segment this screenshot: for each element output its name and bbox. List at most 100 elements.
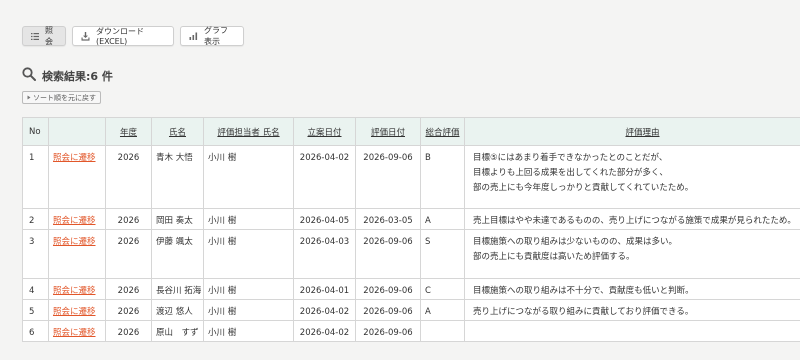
table-row: 3 照会に遷移 2026 伊藤 颯太 小川 樹 2026-04-03 2026-09-06 S… [22, 229, 800, 279]
cell-eval-date-value: 2026-09-06 [363, 237, 413, 247]
reason-line: 売り上げにつながる取り組みに貢献しており評価できる。 [473, 307, 694, 317]
cell-eval-date-value: 2026-03-05 [363, 216, 413, 226]
cell-year: 2026 [105, 320, 152, 342]
cell-reason: 目標⑤にはあまり着手できなかったとのことだが、 目標よりも上回る成果を出してくれた… [464, 145, 800, 209]
detail-link[interactable]: 照会に遷移 [53, 286, 96, 296]
cell-name-value: 青木 大悟 [156, 153, 193, 163]
results-table: No 年度 氏名 評価担当者 氏名 立案日付 評価日付 総合評価 評価理由 1 照… [22, 117, 800, 342]
cell-overall-value: B [425, 153, 431, 163]
reason-line: 目標よりも上回る成果を出してくれた部分が多く、 [473, 168, 668, 178]
cell-eval-date-value: 2026-09-06 [363, 286, 413, 296]
detail-link[interactable]: 照会に遷移 [53, 153, 96, 163]
download-icon [81, 31, 90, 41]
cell-link: 照会に遷移 [48, 299, 106, 321]
table-row: 1 照会に遷移 2026 青木 大悟 小川 樹 2026-04-02 2026-09-06 B… [22, 145, 800, 209]
cell-year-value: 2026 [117, 328, 140, 338]
cell-year: 2026 [105, 229, 152, 279]
cell-overall-value: C [425, 286, 431, 296]
list-icon [31, 32, 39, 40]
cell-evaluator-value: 小川 樹 [208, 328, 237, 338]
cell-start-date-value: 2026-04-01 [299, 286, 350, 296]
cell-name: 伊藤 颯太 [151, 229, 204, 279]
search-result: 検索結果:6 件 [22, 66, 113, 85]
table-header-row: No 年度 氏名 評価担当者 氏名 立案日付 評価日付 総合評価 評価理由 [22, 117, 800, 146]
cell-eval-date: 2026-03-05 [355, 208, 421, 230]
cell-evaluator-value: 小川 樹 [208, 307, 237, 317]
search-result-count: 検索結果:6 件 [42, 69, 113, 83]
cell-name-value: 原山 すず [156, 328, 199, 338]
cell-link: 照会に遷移 [48, 320, 106, 342]
graph-button-label: グラフ表示 [204, 26, 228, 46]
graph-view-button[interactable]: グラフ表示 [180, 26, 244, 46]
table-row: 6 照会に遷移 2026 原山 すず 小川 樹 2026-04-02 2026-09-06 [22, 320, 800, 342]
cell-start-date: 2026-04-03 [293, 229, 356, 279]
cell-eval-date-value: 2026-09-06 [363, 153, 413, 163]
cell-overall: C [420, 278, 465, 300]
header-overall[interactable]: 総合評価 [420, 117, 465, 146]
cell-link: 照会に遷移 [48, 208, 106, 230]
cell-name-value: 渡辺 悠人 [156, 307, 193, 317]
cell-overall-value: S [425, 237, 431, 247]
cell-link: 照会に遷移 [48, 145, 106, 209]
cell-no: 1 [22, 145, 49, 209]
header-eval-date[interactable]: 評価日付 [355, 117, 421, 146]
cell-overall: S [420, 229, 465, 279]
cell-overall-value: A [425, 216, 431, 226]
cell-evaluator-value: 小川 樹 [208, 286, 237, 296]
detail-link[interactable]: 照会に遷移 [53, 307, 96, 317]
cell-overall: A [420, 208, 465, 230]
cell-eval-date: 2026-09-06 [355, 299, 421, 321]
sort-reset-button[interactable]: ソート順を元に戻す [22, 91, 101, 104]
header-start-date[interactable]: 立案日付 [293, 117, 356, 146]
cell-reason: 目標施策への取り組みは不十分で、貢献度も低いと判断。 [464, 278, 800, 300]
detail-link[interactable]: 照会に遷移 [53, 237, 96, 247]
cell-year: 2026 [105, 208, 152, 230]
cell-year-value: 2026 [117, 216, 140, 226]
cell-start-date-value: 2026-04-03 [299, 237, 350, 247]
detail-link[interactable]: 照会に遷移 [53, 216, 96, 226]
inquiry-button[interactable]: 照 会 [22, 26, 66, 46]
cell-name-value: 長谷川 拓海 [156, 286, 202, 296]
cell-name-value: 岡田 奏太 [156, 216, 193, 226]
cell-evaluator-value: 小川 樹 [208, 153, 237, 163]
cell-overall: A [420, 299, 465, 321]
cell-evaluator-value: 小川 樹 [208, 216, 237, 226]
cell-reason: 売上目標はやや未達であるものの、売り上げにつながる施策で成果が見られたため。 [464, 208, 800, 230]
cell-year: 2026 [105, 299, 152, 321]
cell-overall [420, 320, 465, 342]
cell-evaluator: 小川 樹 [203, 299, 294, 321]
cell-year-value: 2026 [117, 153, 140, 163]
reason-line: 目標施策への取り組みは不十分で、貢献度も低いと判断。 [473, 286, 694, 296]
table-row: 4 照会に遷移 2026 長谷川 拓海 小川 樹 2026-04-01 2026-09-06… [22, 278, 800, 300]
header-no[interactable]: No [22, 117, 49, 146]
cell-evaluator: 小川 樹 [203, 208, 294, 230]
header-name[interactable]: 氏名 [151, 117, 204, 146]
cell-overall: B [420, 145, 465, 209]
header-evaluator[interactable]: 評価担当者 氏名 [203, 117, 294, 146]
chevron-right-icon [27, 94, 31, 102]
cell-overall-value: A [425, 307, 431, 317]
reason-line: 売上目標はやや未達であるものの、売り上げにつながる施策で成果が見られたため。 [473, 216, 796, 226]
cell-evaluator: 小川 樹 [203, 229, 294, 279]
cell-no: 6 [22, 320, 49, 342]
cell-name: 岡田 奏太 [151, 208, 204, 230]
toolbar: 照 会 ダウンロード(EXCEL) グラフ表示 [22, 26, 244, 46]
cell-evaluator: 小川 樹 [203, 320, 294, 342]
header-reason[interactable]: 評価理由 [464, 117, 800, 146]
header-year[interactable]: 年度 [105, 117, 152, 146]
detail-link[interactable]: 照会に遷移 [53, 328, 96, 338]
reason-line: 部の売上にも貢献度は高いため評価する。 [473, 252, 635, 262]
cell-start-date: 2026-04-02 [293, 320, 356, 342]
header-link [48, 117, 106, 146]
cell-year: 2026 [105, 278, 152, 300]
cell-evaluator: 小川 樹 [203, 145, 294, 209]
cell-start-date-value: 2026-04-02 [299, 153, 350, 163]
cell-evaluator-value: 小川 樹 [208, 237, 237, 247]
cell-reason: 売り上げにつながる取り組みに貢献しており評価できる。 [464, 299, 800, 321]
cell-eval-date: 2026-09-06 [355, 320, 421, 342]
cell-link: 照会に遷移 [48, 278, 106, 300]
download-excel-button[interactable]: ダウンロード(EXCEL) [72, 26, 174, 46]
sort-reset-label: ソート順を元に戻す [33, 93, 96, 102]
results-table-container: No 年度 氏名 評価担当者 氏名 立案日付 評価日付 総合評価 評価理由 1 照… [22, 117, 800, 342]
cell-start-date-value: 2026-04-02 [299, 328, 350, 338]
